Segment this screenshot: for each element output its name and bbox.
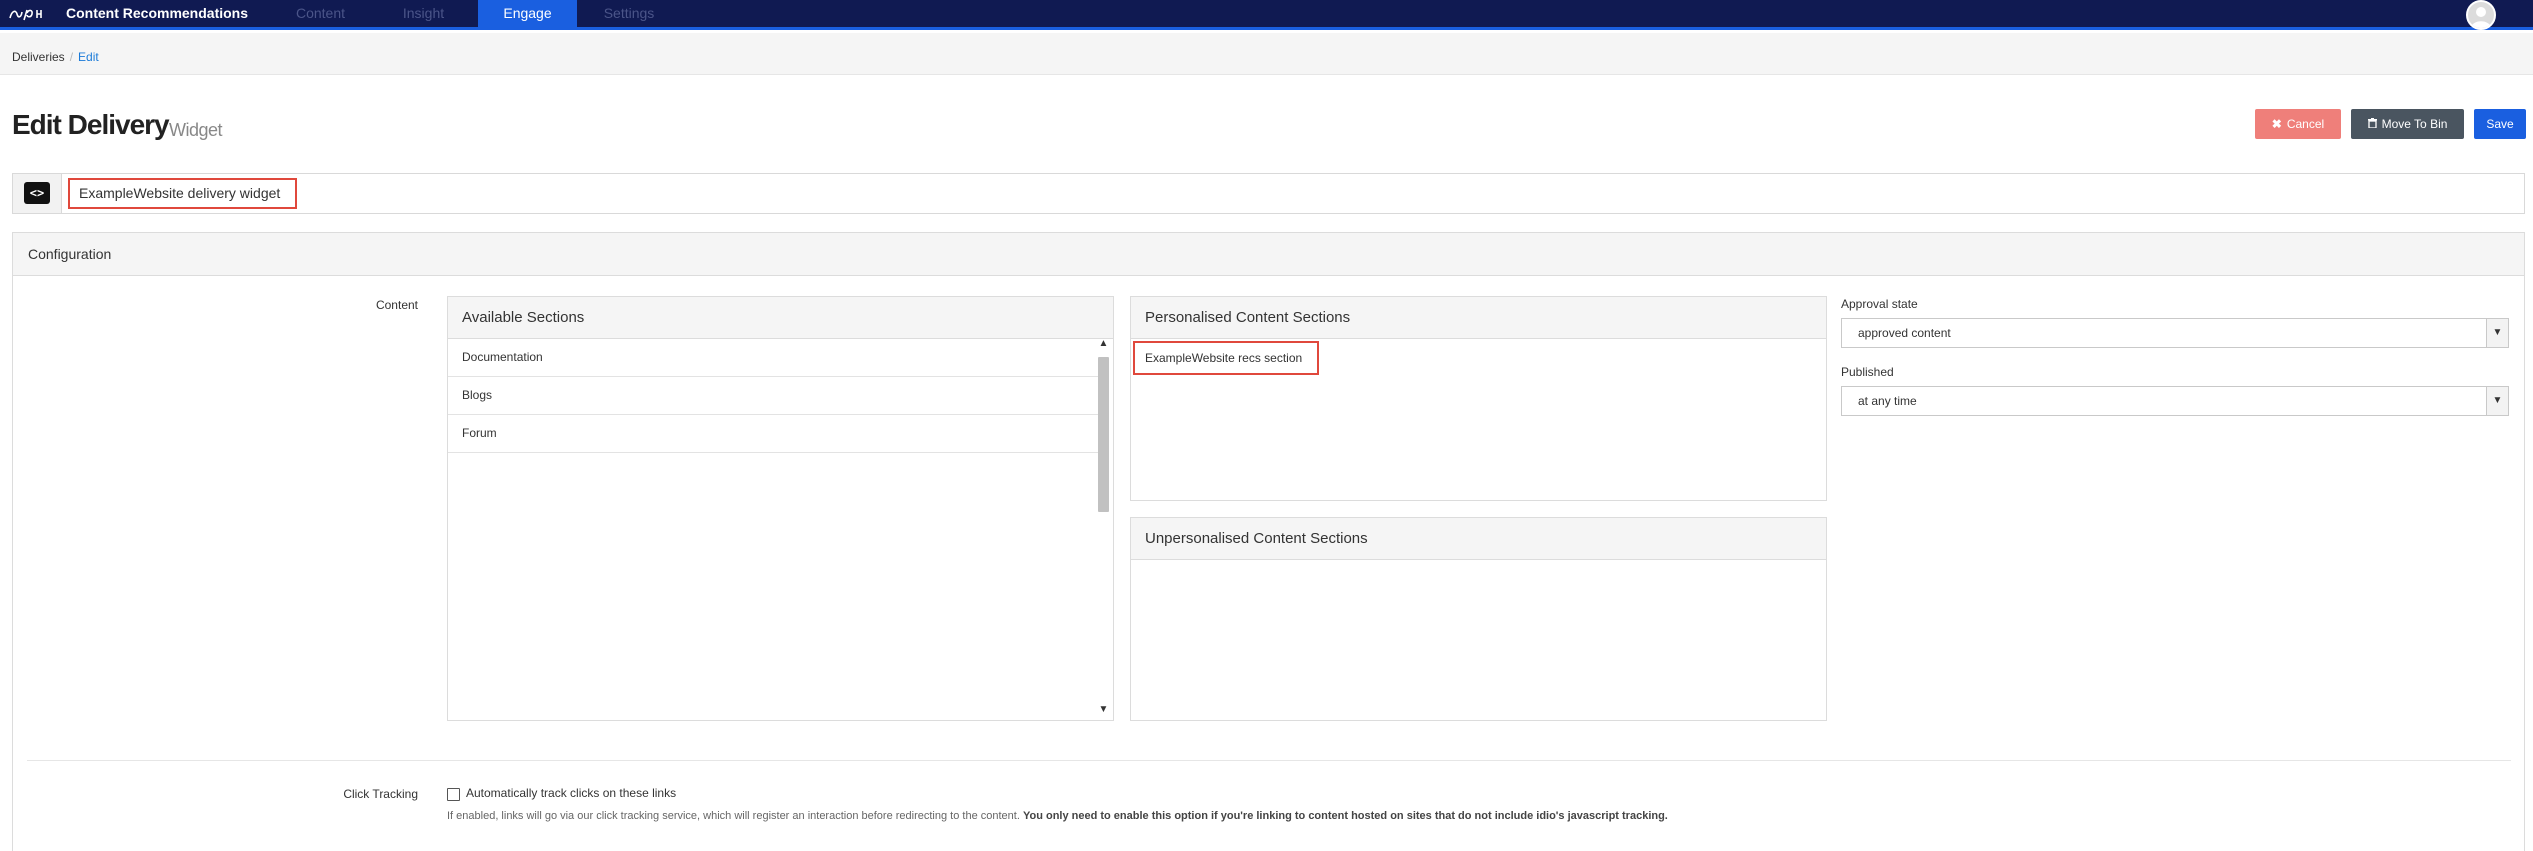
cancel-label: Cancel [2286, 117, 2325, 131]
code-icon-box: <> [13, 174, 62, 213]
list-item[interactable]: Forum [448, 415, 1100, 453]
chevron-down-icon[interactable]: ▼ [1096, 703, 1111, 717]
click-tracking-help-bold: You only need to enable this option if y… [1022, 810, 1668, 822]
user-avatar-icon[interactable] [2466, 0, 2496, 30]
list-item[interactable]: Blogs [448, 377, 1100, 415]
click-tracking-checkbox[interactable] [447, 788, 460, 801]
breadcrumb-edit[interactable]: Edit [78, 50, 99, 64]
move-to-bin-label: Move To Bin [2381, 117, 2448, 131]
code-icon[interactable]: <> [24, 182, 50, 204]
configuration-header: Configuration [13, 233, 2524, 276]
cancel-button[interactable]: ✖ Cancel [2255, 109, 2341, 139]
click-tracking-help: If enabled, links will go via our click … [447, 810, 1668, 822]
personalised-sections-title: Personalised Content Sections [1131, 297, 1826, 339]
epi-logo-icon[interactable] [8, 4, 48, 24]
breadcrumb-separator: / [69, 50, 74, 64]
delivery-name-row: <> ExampleWebsite delivery widget [12, 173, 2525, 214]
approval-state-label: Approval state [1841, 297, 1918, 311]
chevron-down-icon: ▼ [2486, 319, 2508, 347]
list-item[interactable]: Documentation [448, 339, 1100, 377]
configuration-title: Configuration [28, 246, 112, 262]
breadcrumb-deliveries[interactable]: Deliveries [12, 50, 65, 64]
published-select[interactable]: at any time ▼ [1841, 386, 2509, 416]
published-value: at any time [1858, 394, 1917, 408]
approval-state-select[interactable]: approved content ▼ [1841, 318, 2509, 348]
trash-icon [2367, 117, 2377, 131]
click-tracking-label: Click Tracking [343, 787, 418, 801]
close-icon: ✖ [2271, 117, 2282, 131]
tab-content[interactable]: Content [271, 0, 370, 30]
move-to-bin-button[interactable]: Move To Bin [2351, 109, 2464, 139]
app-title[interactable]: Content Recommendations [66, 0, 248, 27]
click-tracking-help-text: If enabled, links will go via our click … [447, 810, 1020, 822]
published-label: Published [1841, 365, 1894, 379]
chevron-up-icon[interactable]: ▲ [1096, 337, 1111, 351]
breadcrumb: Deliveries / Edit [12, 33, 99, 75]
unpersonalised-sections-box: Unpersonalised Content Sections [1130, 517, 1827, 721]
content-label: Content [375, 298, 418, 312]
breadcrumb-bar: Deliveries / Edit [0, 33, 2533, 75]
tab-insight[interactable]: Insight [375, 0, 472, 30]
page-title: Edit Delivery [12, 109, 170, 140]
personalised-section-item[interactable]: ExampleWebsite recs section [1133, 341, 1319, 375]
save-button[interactable]: Save [2474, 109, 2526, 139]
available-sections-title: Available Sections [448, 297, 1113, 339]
divider [27, 760, 2511, 761]
unpersonalised-sections-title: Unpersonalised Content Sections [1131, 518, 1826, 560]
delivery-name-input[interactable]: ExampleWebsite delivery widget [68, 178, 297, 209]
personalised-sections-box: Personalised Content Sections [1130, 296, 1827, 501]
page-subtitle: Widget [169, 120, 223, 140]
click-tracking-checkbox-label[interactable]: Automatically track clicks on these link… [466, 786, 676, 800]
top-nav: Content Recommendations Content Insight … [0, 0, 2533, 30]
tab-settings[interactable]: Settings [580, 0, 678, 30]
tab-engage[interactable]: Engage [478, 0, 577, 30]
approval-state-value: approved content [1858, 326, 1951, 340]
chevron-down-icon: ▼ [2486, 387, 2508, 415]
scroll-thumb[interactable] [1098, 357, 1109, 512]
available-sections-box: Available Sections Documentation Blogs F… [447, 296, 1114, 721]
available-sections-scrollbar[interactable]: ▲ ▼ [1096, 337, 1111, 717]
